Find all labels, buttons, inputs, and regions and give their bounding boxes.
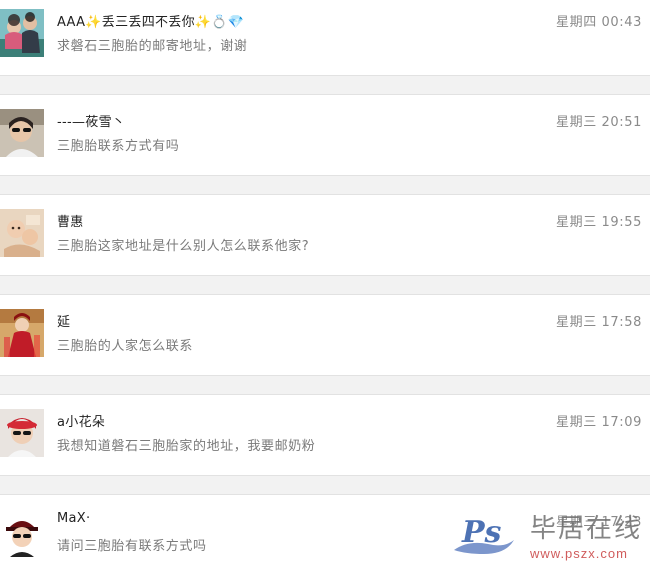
avatar-red-costume[interactable] — [0, 309, 44, 357]
avatar-cartoon-character[interactable] — [0, 509, 44, 557]
conversation-row[interactable]: AAA✨丢三丢四不丢你✨💍💎 星期四 00:43 求磐石三胞胎的邮寄地址，谢谢 — [0, 0, 650, 75]
watermark-site-name: 毕居在线 — [530, 514, 643, 544]
avatar-sunglasses-person[interactable] — [0, 109, 44, 157]
message-time: 星期四 00:43 — [556, 15, 642, 30]
message-preview: 三胞胎联系方式有吗 — [57, 139, 180, 154]
watermark-url: www.pszx.com — [530, 546, 628, 561]
contact-name: ---—莜雪丶 — [57, 115, 126, 130]
site-watermark: Ps 毕居在线 www.pszx.com — [448, 506, 648, 566]
row-separator — [0, 375, 650, 395]
contact-name: a小花朵 — [57, 415, 106, 430]
message-preview: 请问三胞胎有联系方式吗 — [57, 539, 207, 554]
svg-text:Ps: Ps — [461, 515, 502, 550]
row-separator — [0, 475, 650, 495]
row-separator — [0, 75, 650, 95]
conversation-row[interactable]: 曹惠 星期三 19:55 三胞胎这家地址是什么别人怎么联系他家? — [0, 200, 650, 275]
message-preview: 三胞胎的人家怎么联系 — [57, 339, 194, 354]
message-preview: 求磐石三胞胎的邮寄地址，谢谢 — [57, 39, 248, 54]
contact-name: AAA✨丢三丢四不丢你✨💍💎 — [57, 15, 245, 30]
avatar-red-hat-woman[interactable] — [0, 409, 44, 457]
row-separator — [0, 175, 650, 195]
avatar-baby-photo[interactable] — [0, 209, 44, 257]
message-preview: 三胞胎这家地址是什么别人怎么联系他家? — [57, 239, 310, 254]
message-preview: 我想知道磐石三胞胎家的地址，我要邮奶粉 — [57, 439, 316, 454]
message-time: 星期三 19:55 — [556, 215, 642, 230]
message-time: 星期三 17:09 — [556, 415, 642, 430]
conversation-row[interactable]: a小花朵 星期三 17:09 我想知道磐石三胞胎家的地址，我要邮奶粉 — [0, 400, 650, 475]
conversation-row[interactable]: 延 星期三 17:58 三胞胎的人家怎么联系 — [0, 300, 650, 375]
contact-name: MaX· — [57, 511, 91, 526]
message-time: 星期三 17:58 — [556, 315, 642, 330]
ps-logo-icon: Ps — [448, 510, 518, 560]
avatar-family-photo[interactable] — [0, 9, 44, 57]
message-time: 星期三 20:51 — [556, 115, 642, 130]
conversation-row[interactable]: ---—莜雪丶 星期三 20:51 三胞胎联系方式有吗 — [0, 100, 650, 175]
contact-name: 曹惠 — [57, 215, 84, 230]
contact-name: 延 — [57, 315, 71, 330]
row-separator — [0, 275, 650, 295]
